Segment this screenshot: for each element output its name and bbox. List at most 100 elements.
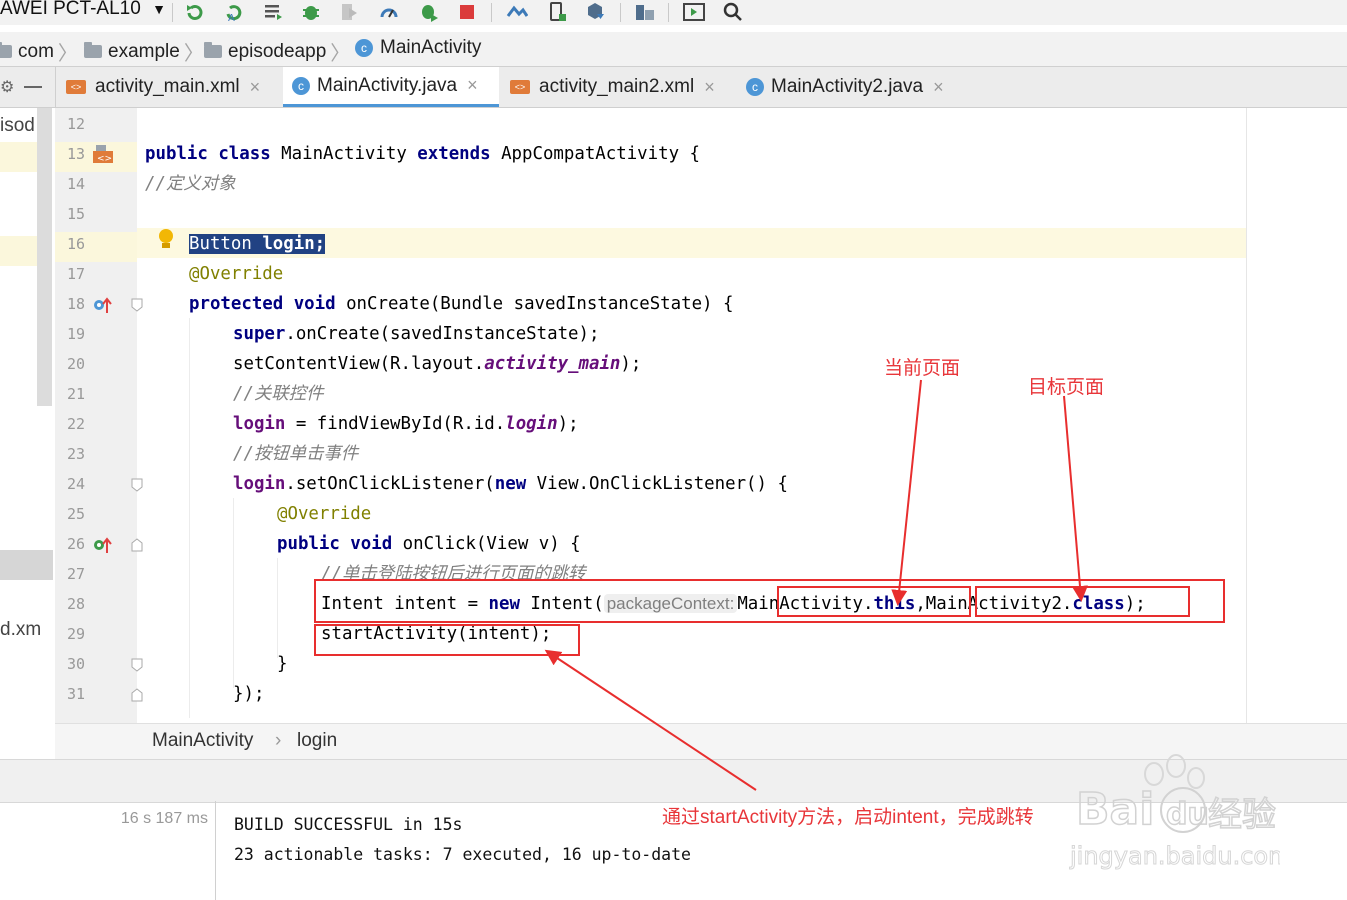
line-number: 23 [66,445,85,463]
editor-breadcrumb: MainActivity › login [55,723,1347,760]
breadcrumb-item-example[interactable]: example 〉 [84,37,210,66]
line-number: 24 [66,475,85,493]
code-text: onCreate(Bundle savedInstanceState) { [346,294,734,314]
chevron-down-icon: ▼ [152,1,166,17]
line-number: 22 [66,415,85,433]
line-number: 14 [66,175,85,193]
close-icon[interactable]: × [250,77,261,98]
breadcrumb-item-mainactivity[interactable]: c MainActivity [355,37,481,59]
code-comment: //按钮单击事件 [233,444,359,464]
sync-gradle-icon[interactable] [506,1,528,23]
class-name: MainActivity [281,144,407,164]
code-editor[interactable]: public class MainActivity extends AppCom… [137,108,1247,723]
line-number: 31 [66,685,85,703]
attach-debugger-icon[interactable] [418,1,440,23]
line-number: 17 [66,265,85,283]
implement-method-icon[interactable] [93,535,113,555]
line-number: 18 [66,295,85,313]
xml-file-icon: <> [66,80,86,94]
breadcrumb-item-episodeapp[interactable]: episodeapp 〉 [204,37,356,66]
project-tree-item[interactable]: isod [0,115,35,137]
sdk-manager-icon[interactable] [584,1,606,23]
gear-icon[interactable]: ⚙ [0,77,14,97]
breadcrumb-item-com[interactable]: com 〉 [0,37,84,66]
chevron-right-icon: 〉 [57,43,78,65]
layout-resource-icon[interactable]: <> [93,144,115,164]
breadcrumb-label: MainActivity [380,37,482,58]
rerun-icon[interactable] [184,1,206,23]
apply-code-changes-icon[interactable] [262,1,284,23]
line-number-gutter: 12 13 14 15 16 17 18 19 20 21 22 23 24 2… [55,108,143,723]
xml-file-icon: <> [510,80,530,94]
keyword: new [494,474,527,494]
run-anything-icon[interactable] [683,1,705,23]
navigation-breadcrumb: com 〉 example 〉 episodeapp 〉 c MainActiv… [0,32,1347,67]
current-page-box [777,586,971,617]
line-number: 16 [66,235,85,253]
folder-icon [84,42,102,58]
override-method-icon[interactable] [93,295,113,315]
code-text: AppCompatActivity { [501,144,700,164]
project-tree-item[interactable]: d.xm [0,619,41,641]
device-selector[interactable]: AWEI PCT-AL10 ▼ [0,0,166,24]
close-icon[interactable]: × [933,77,944,98]
code-text: Button [189,234,252,254]
build-output-line: BUILD SUCCESSFUL in 15s [234,815,463,834]
toolbar-divider [668,3,669,22]
code-text: = findViewById(R.id. [285,414,506,434]
tab-mainactivity-java[interactable]: c MainActivity.java × [283,67,499,107]
line-number: 19 [66,325,85,343]
line-number: 20 [66,355,85,373]
device-manager-icon[interactable] [546,1,568,23]
annotation: @Override [189,264,284,284]
code-line-31: }); [233,684,265,704]
line-number: 28 [66,595,85,613]
close-icon[interactable]: × [467,75,478,96]
close-icon[interactable]: × [704,77,715,98]
line-number: 25 [66,505,85,523]
line-number: 21 [66,385,85,403]
tab-label: MainActivity.java [317,74,458,96]
annotation-current-page: 当前页面 [884,358,961,379]
annotation: @Override [277,504,372,524]
collapse-icon[interactable] [24,86,42,88]
code-text: .onCreate(savedInstanceState); [285,324,600,344]
code-line-19: super.onCreate(savedInstanceState); [233,319,599,349]
search-icon[interactable] [722,1,744,23]
svg-text:A: A [228,13,235,22]
apply-changes-icon[interactable]: A [222,1,244,23]
lightbulb-icon[interactable] [157,228,175,252]
highlight-row [0,236,37,266]
code-line-30: } [277,654,288,674]
target-page-box [975,586,1190,617]
code-line-24: login.setOnClickListener(new View.OnClic… [233,469,788,499]
keyword: class [218,144,271,164]
tab-mainactivity2-java[interactable]: c MainActivity2.java × [746,67,966,107]
profiler-gauge-icon[interactable] [378,1,400,23]
code-text: .setOnClickListener( [285,474,495,494]
class-icon: c [746,78,764,96]
selected-row[interactable] [0,550,53,580]
tab-activity-main-xml[interactable]: <> activity_main.xml × [66,67,280,107]
class-icon: c [292,76,310,95]
scrollbar[interactable] [37,108,52,406]
class-icon: c [355,39,373,57]
tab-label: activity_main2.xml [539,76,695,97]
code-line-22: login = findViewById(R.id.login); [233,409,579,439]
keyword: protected void [189,294,336,314]
tab-activity-main2-xml[interactable]: <> activity_main2.xml × [510,67,735,107]
breadcrumb-label: episodeapp [228,40,327,62]
code-text: View.OnClickListener() { [526,474,788,494]
project-structure-icon[interactable] [634,1,656,23]
indent-guide [189,318,190,718]
indent-guide [233,498,234,688]
breadcrumb-class[interactable]: MainActivity [152,730,253,752]
profile-icon[interactable] [338,1,360,23]
project-panel-edge: isod d.xm [0,108,56,758]
debug-icon[interactable] [300,1,322,23]
code-line-13: public class MainActivity extends AppCom… [145,139,700,169]
keyword: public void [277,534,393,554]
field-name: login; [262,234,326,254]
breadcrumb-field[interactable]: login [297,730,337,752]
stop-icon[interactable] [456,1,478,23]
